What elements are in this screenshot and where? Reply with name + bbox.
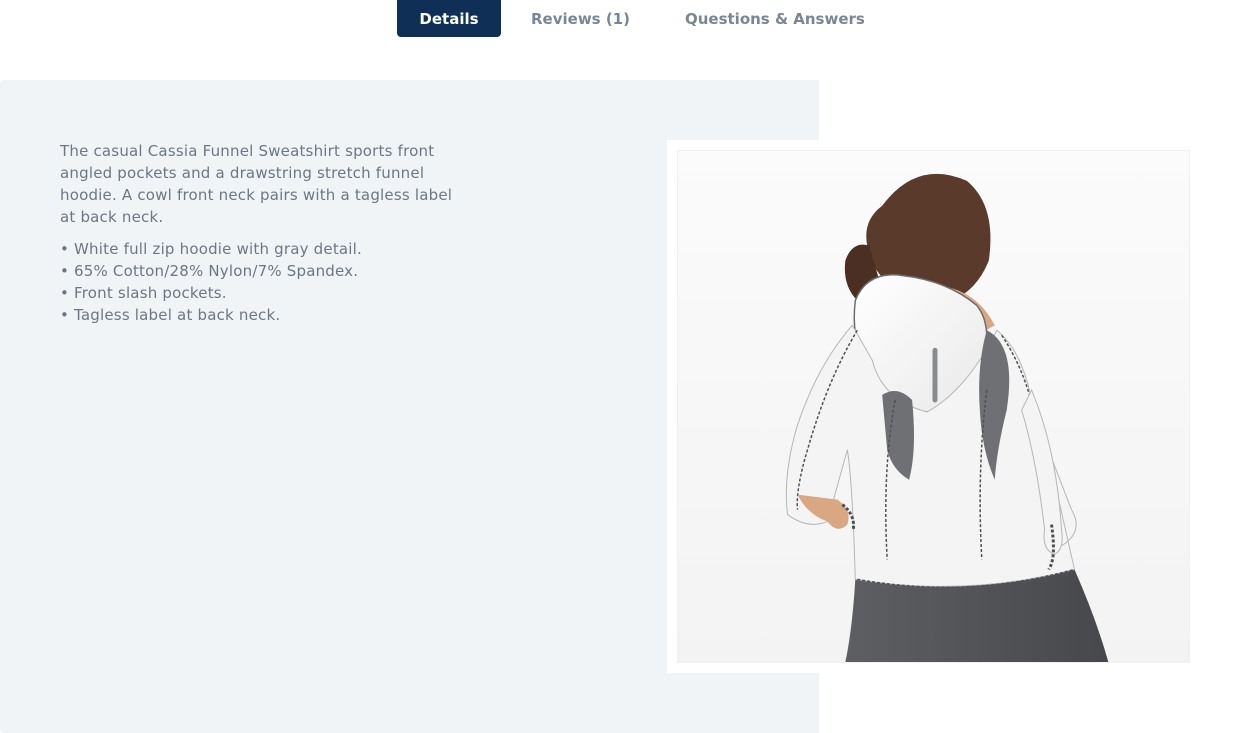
tab-questions-answers[interactable]: Questions & Answers (685, 0, 865, 37)
hoodie-model-image (678, 151, 1189, 662)
tab-reviews[interactable]: Reviews (1) (531, 0, 630, 37)
feature-item: • 65% Cotton/28% Nylon/7% Spandex. (60, 262, 359, 280)
feature-item: • Tagless label at back neck. (60, 306, 281, 324)
feature-item: • Front slash pockets. (60, 284, 227, 302)
description-intro: The casual Cassia Funnel Sweatshirt spor… (60, 142, 453, 226)
feature-item: • White full zip hoodie with gray detail… (60, 240, 363, 258)
product-info-section: Details Reviews (1) Questions & Answers … (0, 0, 1260, 733)
product-description: The casual Cassia Funnel Sweatshirt spor… (60, 140, 470, 326)
product-image-frame (667, 140, 1200, 673)
feature-list: • White full zip hoodie with gray detail… (60, 238, 470, 326)
tab-details[interactable]: Details (397, 0, 501, 37)
product-tabs: Details Reviews (1) Questions & Answers (397, 0, 865, 37)
product-photo[interactable] (677, 150, 1190, 663)
